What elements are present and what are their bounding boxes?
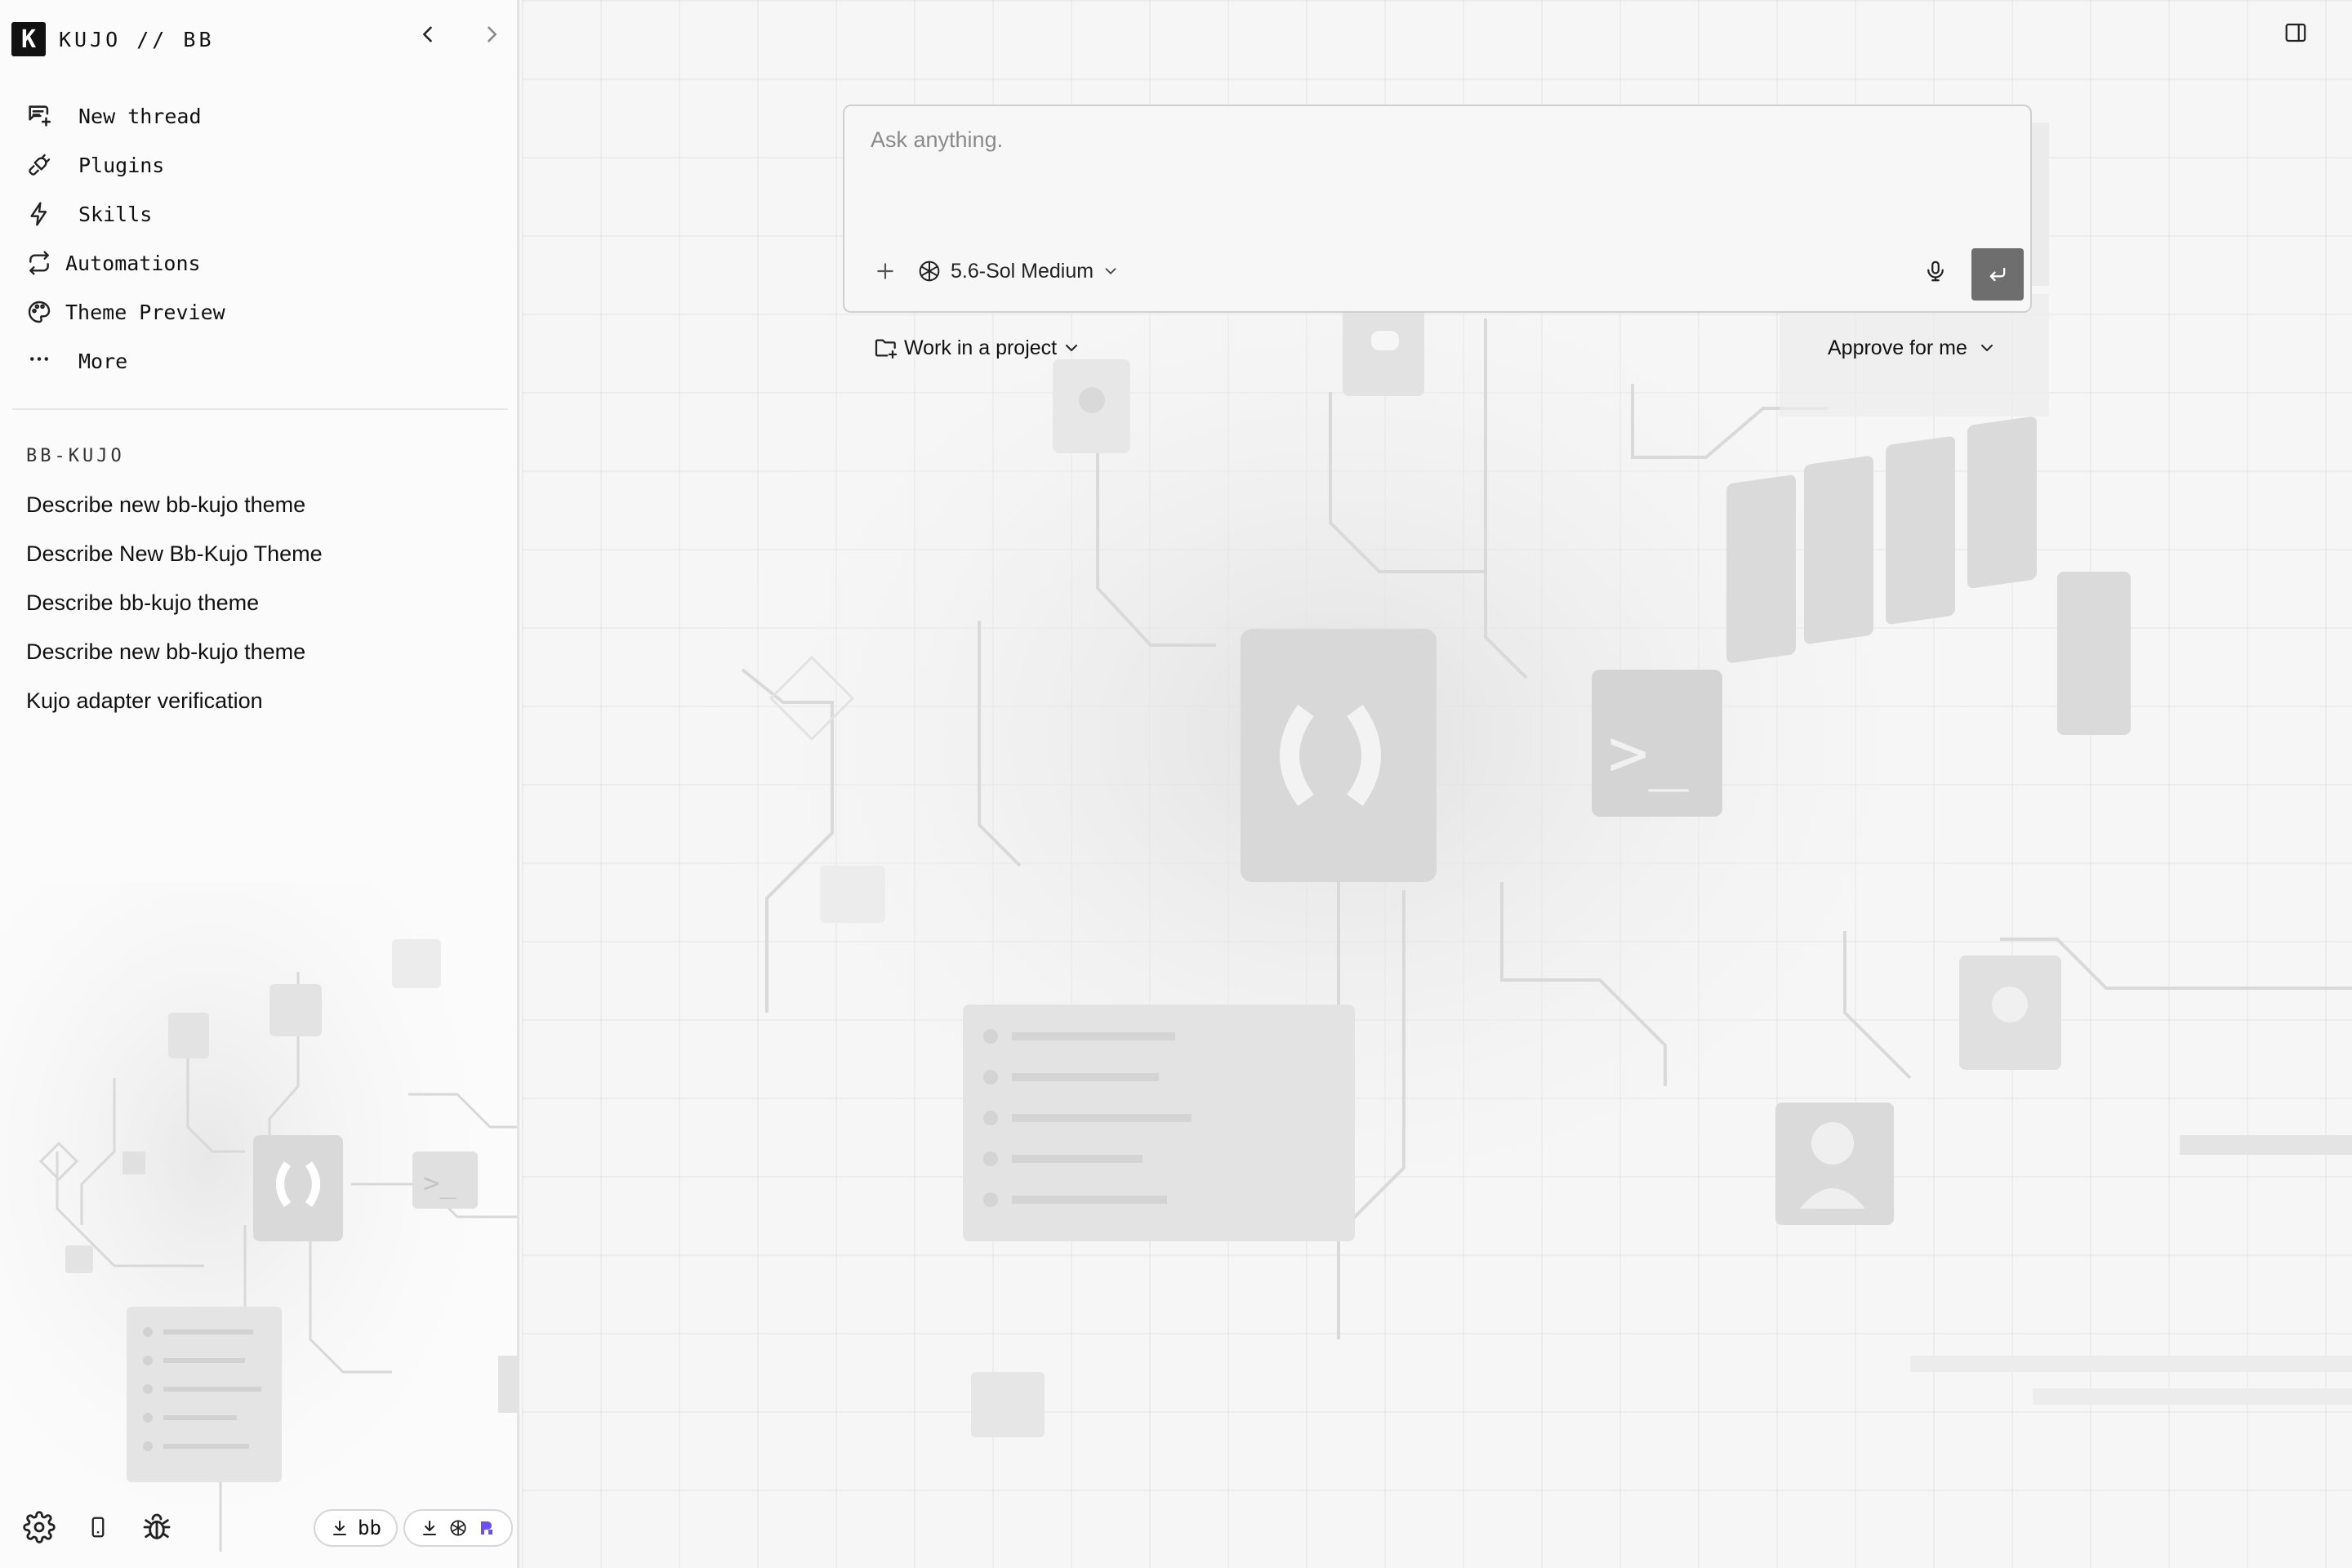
sidebar-background-art: >_ <box>0 882 517 1568</box>
thread-item[interactable]: Kujo adapter verification <box>26 676 323 725</box>
project-label: Work in a project <box>904 336 1058 359</box>
thread-item[interactable]: Describe new bb-kujo theme <box>26 627 323 676</box>
sidebar: >_ K KUJO // BB New thread Plugins Skill… <box>0 0 519 1568</box>
thread-item[interactable]: Describe New Bb-Kujo Theme <box>26 529 323 578</box>
menu-item-automations[interactable]: Automations <box>24 238 225 287</box>
send-button[interactable] <box>1971 248 2024 301</box>
lightning-icon <box>24 199 54 229</box>
model-label: 5.6-Sol Medium <box>951 259 1094 283</box>
thread-item[interactable]: Describe new bb-kujo theme <box>26 480 323 529</box>
plus-icon <box>877 263 893 279</box>
brand-title: KUJO // BB <box>59 27 215 51</box>
debug-button[interactable] <box>137 1508 176 1547</box>
enter-icon <box>1989 267 2006 282</box>
download-bb-button[interactable]: bb <box>314 1509 398 1547</box>
new-thread-icon <box>24 101 54 131</box>
add-attachment-button[interactable] <box>869 255 902 287</box>
openai-icon <box>919 261 940 282</box>
openai-icon <box>450 1520 466 1536</box>
svg-text:>_: >_ <box>423 1167 457 1200</box>
menu-item-label: Automations <box>65 251 201 275</box>
menu-item-more[interactable]: More <box>24 336 225 385</box>
bug-icon <box>143 1513 171 1539</box>
approval-label: Approve for me <box>1828 336 1967 359</box>
folder-plus-icon <box>875 339 898 359</box>
model-selector[interactable]: 5.6-Sol Medium <box>916 252 1120 291</box>
chevron-left-icon <box>423 26 432 42</box>
menu-item-label: Theme Preview <box>65 300 225 324</box>
chevron-down-icon <box>1980 345 1993 351</box>
approval-mode-selector[interactable]: Approve for me <box>1828 328 1997 368</box>
voice-input-button[interactable] <box>1919 255 1952 287</box>
pill-label: bb <box>358 1517 381 1539</box>
chevron-right-icon <box>488 26 497 42</box>
download-integrations-button[interactable] <box>403 1509 513 1547</box>
kujo-logo: K <box>11 22 46 56</box>
palette-icon <box>24 297 54 327</box>
sidebar-panel-icon <box>2285 23 2306 42</box>
forward-button[interactable] <box>472 15 511 54</box>
sidebar-footer <box>20 1508 196 1547</box>
thread-list: Describe new bb-kujo theme Describe New … <box>26 480 323 725</box>
sidebar-divider <box>12 408 508 410</box>
ellipsis-icon <box>24 346 54 376</box>
chevron-down-icon <box>1066 345 1078 351</box>
menu-item-label: Skills <box>78 202 153 226</box>
device-button[interactable] <box>78 1508 118 1547</box>
brand: K KUJO // BB <box>11 20 215 59</box>
project-section-title: BB-KUJO <box>26 446 125 466</box>
main-menu: New thread Plugins Skills Automations Th… <box>24 91 225 385</box>
menu-item-new-thread[interactable]: New thread <box>24 91 225 140</box>
menu-item-label: New thread <box>78 104 202 128</box>
settings-button[interactable] <box>20 1508 59 1547</box>
composer: 5.6-Sol Medium <box>843 105 2032 313</box>
prompt-input[interactable] <box>871 127 1998 201</box>
menu-item-theme-preview[interactable]: Theme Preview <box>24 287 225 336</box>
download-icon <box>333 1521 346 1535</box>
phone-icon <box>91 1517 105 1538</box>
main-area: >_ Ask anything. 5.6-Sol Medium Work in … <box>522 0 2352 1568</box>
toggle-side-panel-button[interactable] <box>2276 13 2315 52</box>
gear-icon <box>23 1511 56 1544</box>
menu-item-skills[interactable]: Skills <box>24 189 225 238</box>
menu-item-label: More <box>78 349 128 373</box>
download-icon <box>423 1521 436 1535</box>
project-selector[interactable]: Work in a project <box>873 328 1081 368</box>
menu-item-label: Plugins <box>78 153 165 177</box>
thread-item[interactable]: Describe bb-kujo theme <box>26 578 323 627</box>
plug-icon <box>24 150 54 180</box>
repeat-icon <box>24 248 54 278</box>
history-navigation <box>408 15 511 54</box>
chevron-down-icon <box>1105 268 1116 274</box>
back-button[interactable] <box>408 15 448 54</box>
app-logo-icon <box>481 1521 492 1535</box>
menu-item-plugins[interactable]: Plugins <box>24 140 225 189</box>
microphone-icon <box>1927 261 1944 282</box>
